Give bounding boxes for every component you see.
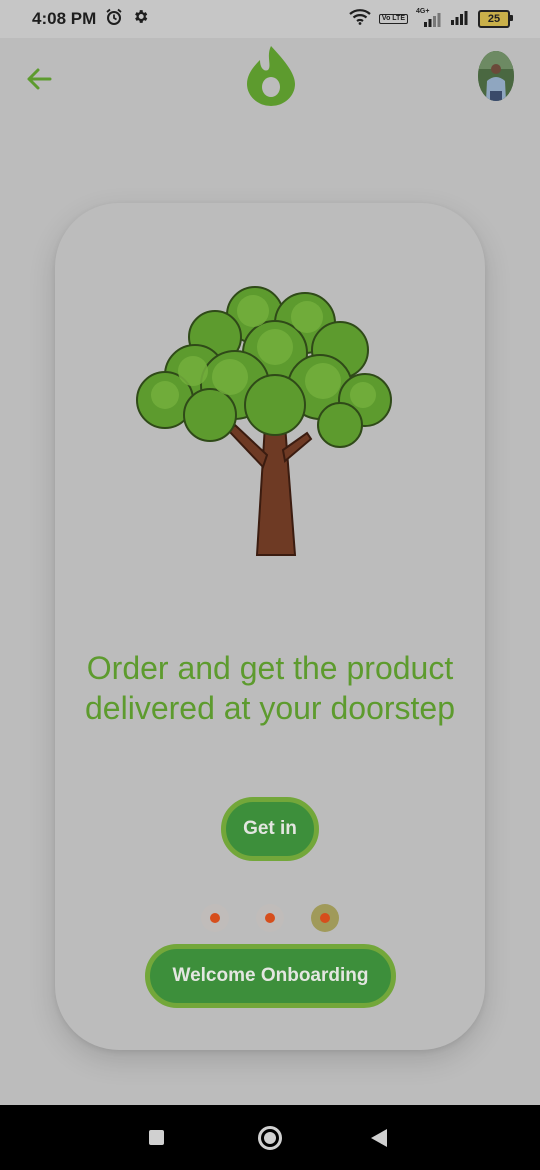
- status-left: 4:08 PM: [32, 8, 149, 31]
- onboarding-headline: Order and get the product delivered at y…: [55, 648, 485, 728]
- headline-line-1: Order and get the product: [86, 650, 454, 686]
- arrow-left-icon: [27, 68, 52, 90]
- volte-icon: Vo LTE: [378, 14, 408, 24]
- system-nav-bar: [0, 1105, 540, 1170]
- page-dot-1-marker: [210, 913, 220, 923]
- page-indicator: [201, 904, 339, 932]
- recents-square-icon[interactable]: [149, 1130, 164, 1145]
- status-bar: 4:08 PM Vo LTE 4G+ 25: [0, 0, 540, 38]
- avatar-photo: [478, 51, 514, 101]
- user-avatar[interactable]: [478, 51, 514, 101]
- status-right: Vo LTE 4G+ 25: [349, 8, 513, 30]
- signal-icon: [450, 9, 470, 30]
- alarm-icon: [105, 8, 123, 31]
- tree-illustration: [125, 275, 415, 560]
- back-triangle-icon[interactable]: [371, 1129, 387, 1147]
- flame-logo-icon: [246, 44, 296, 106]
- headline-line-2: delivered at your doorstep: [85, 690, 455, 726]
- settings-gear-icon: [132, 8, 149, 30]
- welcome-onboarding-button[interactable]: Welcome Onboarding: [145, 944, 396, 1008]
- page-dot-2-marker: [265, 913, 275, 923]
- page-dot-3-marker: [320, 913, 330, 923]
- signal-4g-icon: 4G+: [416, 8, 442, 28]
- onboarding-card: Order and get the product delivered at y…: [55, 203, 485, 1050]
- battery-icon: 25: [478, 10, 513, 28]
- home-circle-icon[interactable]: [258, 1126, 282, 1150]
- back-button[interactable]: [22, 62, 56, 96]
- wifi-icon: [349, 8, 371, 30]
- app-header: [0, 38, 540, 118]
- get-in-button[interactable]: Get in: [221, 797, 319, 861]
- page-dot-3-active[interactable]: [311, 904, 339, 932]
- status-time: 4:08 PM: [32, 9, 97, 28]
- page-dot-1[interactable]: [201, 904, 229, 932]
- page-dot-2[interactable]: [256, 904, 284, 932]
